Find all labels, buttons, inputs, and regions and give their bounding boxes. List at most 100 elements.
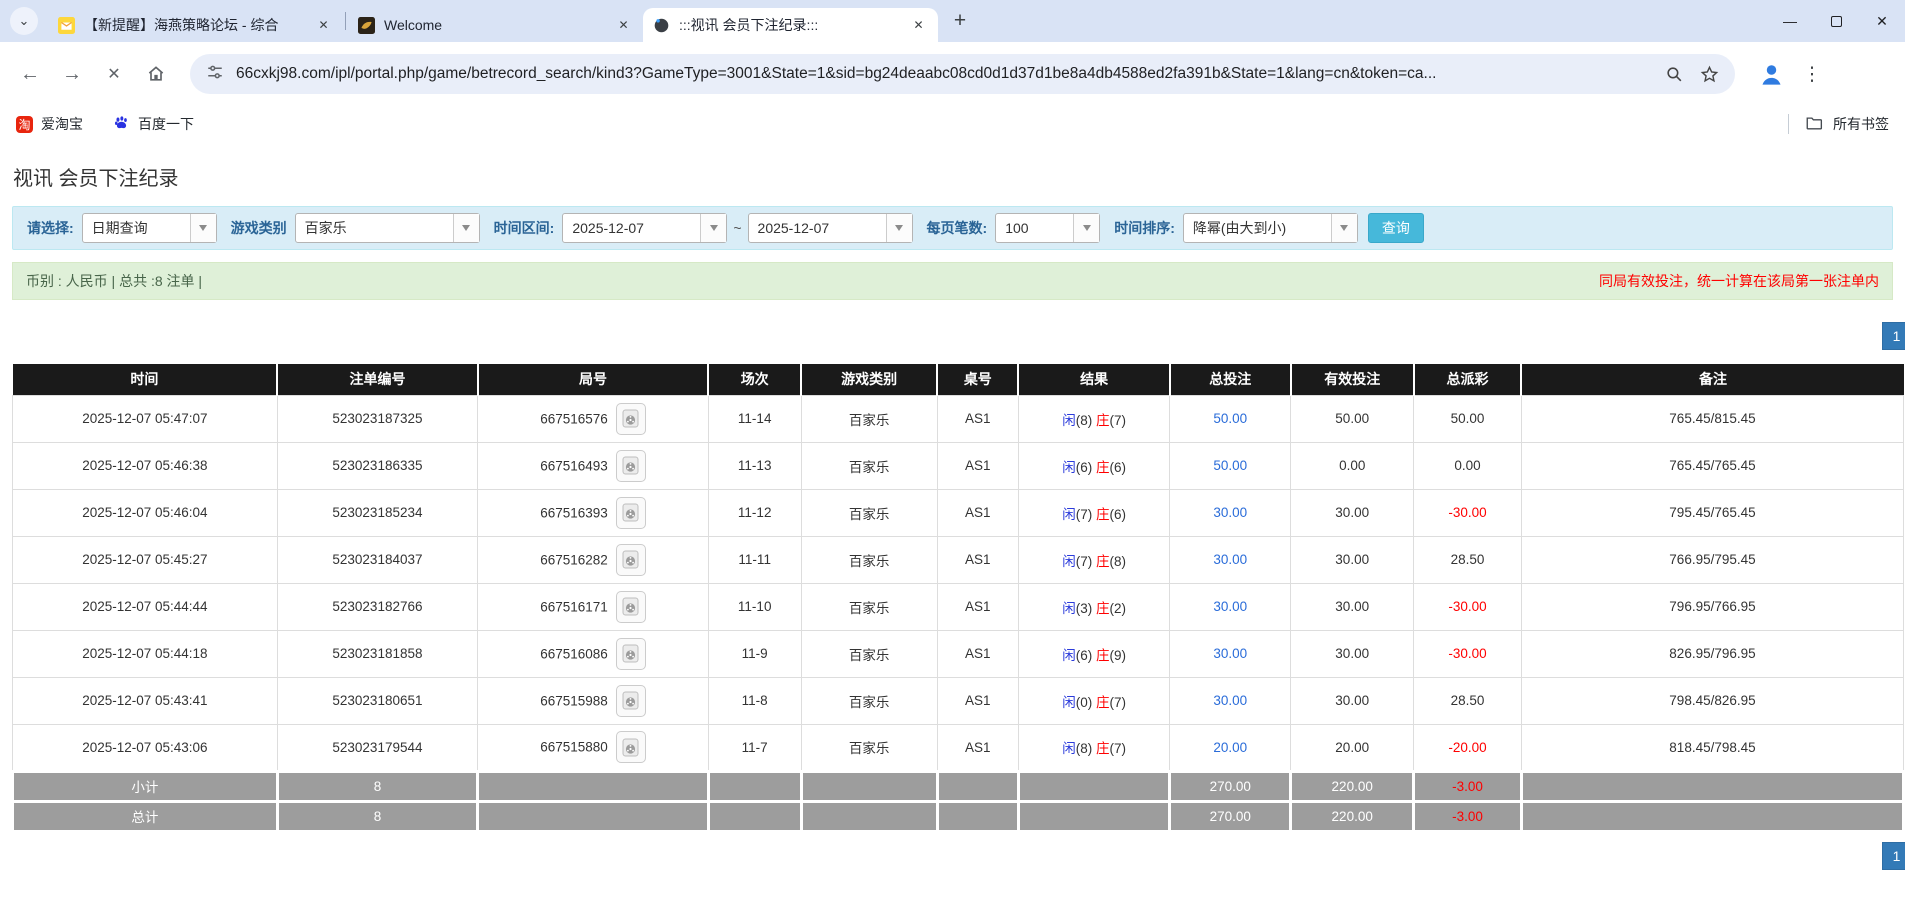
cell-valid-bet: 0.00 (1291, 442, 1414, 489)
date-to-input[interactable]: 2025-12-07 (748, 213, 913, 243)
table-body: 2025-12-07 05:47:07523023187325667516576… (13, 395, 1904, 831)
tab-separator (345, 12, 346, 30)
cell-game-type: 百家乐 (801, 677, 937, 724)
video-replay-button[interactable] (616, 638, 646, 670)
cell-session: 11-12 (708, 489, 801, 536)
date-from-input[interactable]: 2025-12-07 (562, 213, 727, 243)
total-count: 8 (277, 801, 477, 831)
back-button[interactable]: ← (12, 56, 48, 92)
search-button[interactable]: 查询 (1368, 213, 1424, 243)
cell-payout: 50.00 (1414, 395, 1522, 442)
cell-result: 闲(8) 庄(7) (1018, 395, 1169, 442)
video-replay-button[interactable] (616, 591, 646, 623)
bookmark-star-icon[interactable] (1700, 65, 1719, 84)
cell-valid-bet: 30.00 (1291, 489, 1414, 536)
cell-total-bet[interactable]: 50.00 (1170, 395, 1291, 442)
cell-time: 2025-12-07 05:44:44 (13, 583, 278, 630)
profile-avatar[interactable] (1755, 58, 1787, 90)
column-header: 有效投注 (1291, 364, 1414, 395)
dropdown-arrow-icon[interactable] (453, 214, 479, 242)
bookmark-taobao[interactable]: 淘 爱淘宝 (16, 114, 83, 134)
video-replay-button[interactable] (616, 403, 646, 435)
video-replay-button[interactable] (616, 544, 646, 576)
tab-bet-records[interactable]: :::视讯 会员下注纪录::: ✕ (643, 8, 938, 42)
betrecord-favicon-icon (653, 17, 670, 34)
dropdown-arrow-icon[interactable] (190, 214, 216, 242)
dropdown-arrow-icon[interactable] (1073, 214, 1099, 242)
video-replay-button[interactable] (616, 685, 646, 717)
minimize-button[interactable]: — (1767, 0, 1813, 42)
cell-total-bet[interactable]: 30.00 (1170, 583, 1291, 630)
cell-round-id: 667516493 (478, 442, 709, 489)
cell-total-bet[interactable]: 20.00 (1170, 724, 1291, 771)
cell-payout: -30.00 (1414, 583, 1522, 630)
pagination-page-1[interactable]: 1 (1882, 322, 1905, 350)
cell-result: 闲(6) 庄(9) (1018, 630, 1169, 677)
cell-remark: 765.45/765.45 (1521, 442, 1903, 489)
zoom-icon[interactable] (1665, 65, 1684, 84)
close-window-button[interactable]: ✕ (1859, 0, 1905, 42)
query-type-select[interactable]: 日期查询 (82, 213, 217, 243)
dropdown-arrow-icon[interactable] (700, 214, 726, 242)
tab-close-icon[interactable]: ✕ (614, 16, 633, 35)
cell-total-bet[interactable]: 50.00 (1170, 442, 1291, 489)
total-total-bet: 270.00 (1170, 801, 1291, 831)
cell-total-bet[interactable]: 30.00 (1170, 536, 1291, 583)
cell-time: 2025-12-07 05:43:41 (13, 677, 278, 724)
table-row: 2025-12-07 05:44:44523023182766667516171… (13, 583, 1904, 630)
table-row: 2025-12-07 05:47:07523023187325667516576… (13, 395, 1904, 442)
tab-forum[interactable]: 【新提醒】海燕策略论坛 - 综合 ✕ (48, 8, 343, 42)
cell-table-no: AS1 (937, 630, 1018, 677)
query-type-value: 日期查询 (83, 218, 190, 238)
dropdown-arrow-icon[interactable] (1331, 214, 1357, 242)
cell-bet-id: 523023181858 (277, 630, 477, 677)
date-from-value: 2025-12-07 (563, 220, 700, 236)
tab-welcome[interactable]: Welcome ✕ (348, 8, 643, 42)
total-valid-bet: 220.00 (1291, 801, 1414, 831)
cell-table-no: AS1 (937, 583, 1018, 630)
all-bookmarks-label[interactable]: 所有书签 (1833, 114, 1889, 134)
cell-table-no: AS1 (937, 677, 1018, 724)
forward-button[interactable]: → (54, 56, 90, 92)
cell-remark: 826.95/796.95 (1521, 630, 1903, 677)
cell-table-no: AS1 (937, 395, 1018, 442)
tab-title: Welcome (384, 17, 605, 33)
video-replay-button[interactable] (616, 497, 646, 529)
home-button[interactable] (138, 56, 174, 92)
bookmark-label: 百度一下 (138, 114, 194, 134)
address-bar[interactable]: 66cxkj98.com/ipl/portal.php/game/betreco… (190, 54, 1735, 94)
pagination-page-1[interactable]: 1 (1882, 842, 1905, 870)
video-replay-button[interactable] (616, 450, 646, 482)
video-replay-button[interactable] (616, 731, 646, 763)
new-tab-button[interactable]: + (946, 7, 974, 35)
subtotal-count: 8 (277, 771, 477, 801)
site-info-icon[interactable] (206, 63, 224, 86)
game-type-select[interactable]: 百家乐 (295, 213, 480, 243)
welcome-favicon-icon (358, 17, 375, 34)
date-to-value: 2025-12-07 (749, 220, 886, 236)
table-row: 2025-12-07 05:46:38523023186335667516493… (13, 442, 1904, 489)
dropdown-arrow-icon[interactable] (886, 214, 912, 242)
cell-result: 闲(6) 庄(6) (1018, 442, 1169, 489)
cell-game-type: 百家乐 (801, 630, 937, 677)
pagination-bottom: 1 (0, 842, 1905, 870)
pagination-top: 1 (0, 322, 1905, 350)
page-size-select[interactable]: 100 (995, 213, 1100, 243)
cell-remark: 798.45/826.95 (1521, 677, 1903, 724)
stop-button[interactable]: ✕ (96, 56, 132, 92)
cell-remark: 766.95/795.45 (1521, 536, 1903, 583)
url-text[interactable]: 66cxkj98.com/ipl/portal.php/game/betreco… (236, 65, 1649, 83)
tab-close-icon[interactable]: ✕ (909, 16, 928, 35)
sort-select[interactable]: 降幂(由大到小) (1183, 213, 1358, 243)
column-header: 局号 (478, 364, 709, 395)
cell-total-bet[interactable]: 30.00 (1170, 630, 1291, 677)
tab-close-icon[interactable]: ✕ (314, 16, 333, 35)
cell-total-bet[interactable]: 30.00 (1170, 677, 1291, 724)
cell-total-bet[interactable]: 30.00 (1170, 489, 1291, 536)
maximize-button[interactable] (1813, 0, 1859, 42)
bet-records-table: 时间注单编号局号场次游戏类别桌号结果总投注有效投注总派彩备注 2025-12-0… (11, 364, 1905, 833)
browser-menu-button[interactable]: ⋮ (1797, 59, 1827, 89)
date-range-label: 时间区间: (494, 218, 555, 238)
tab-search-button[interactable]: ⌄ (10, 7, 38, 35)
bookmark-baidu[interactable]: 百度一下 (113, 114, 194, 134)
